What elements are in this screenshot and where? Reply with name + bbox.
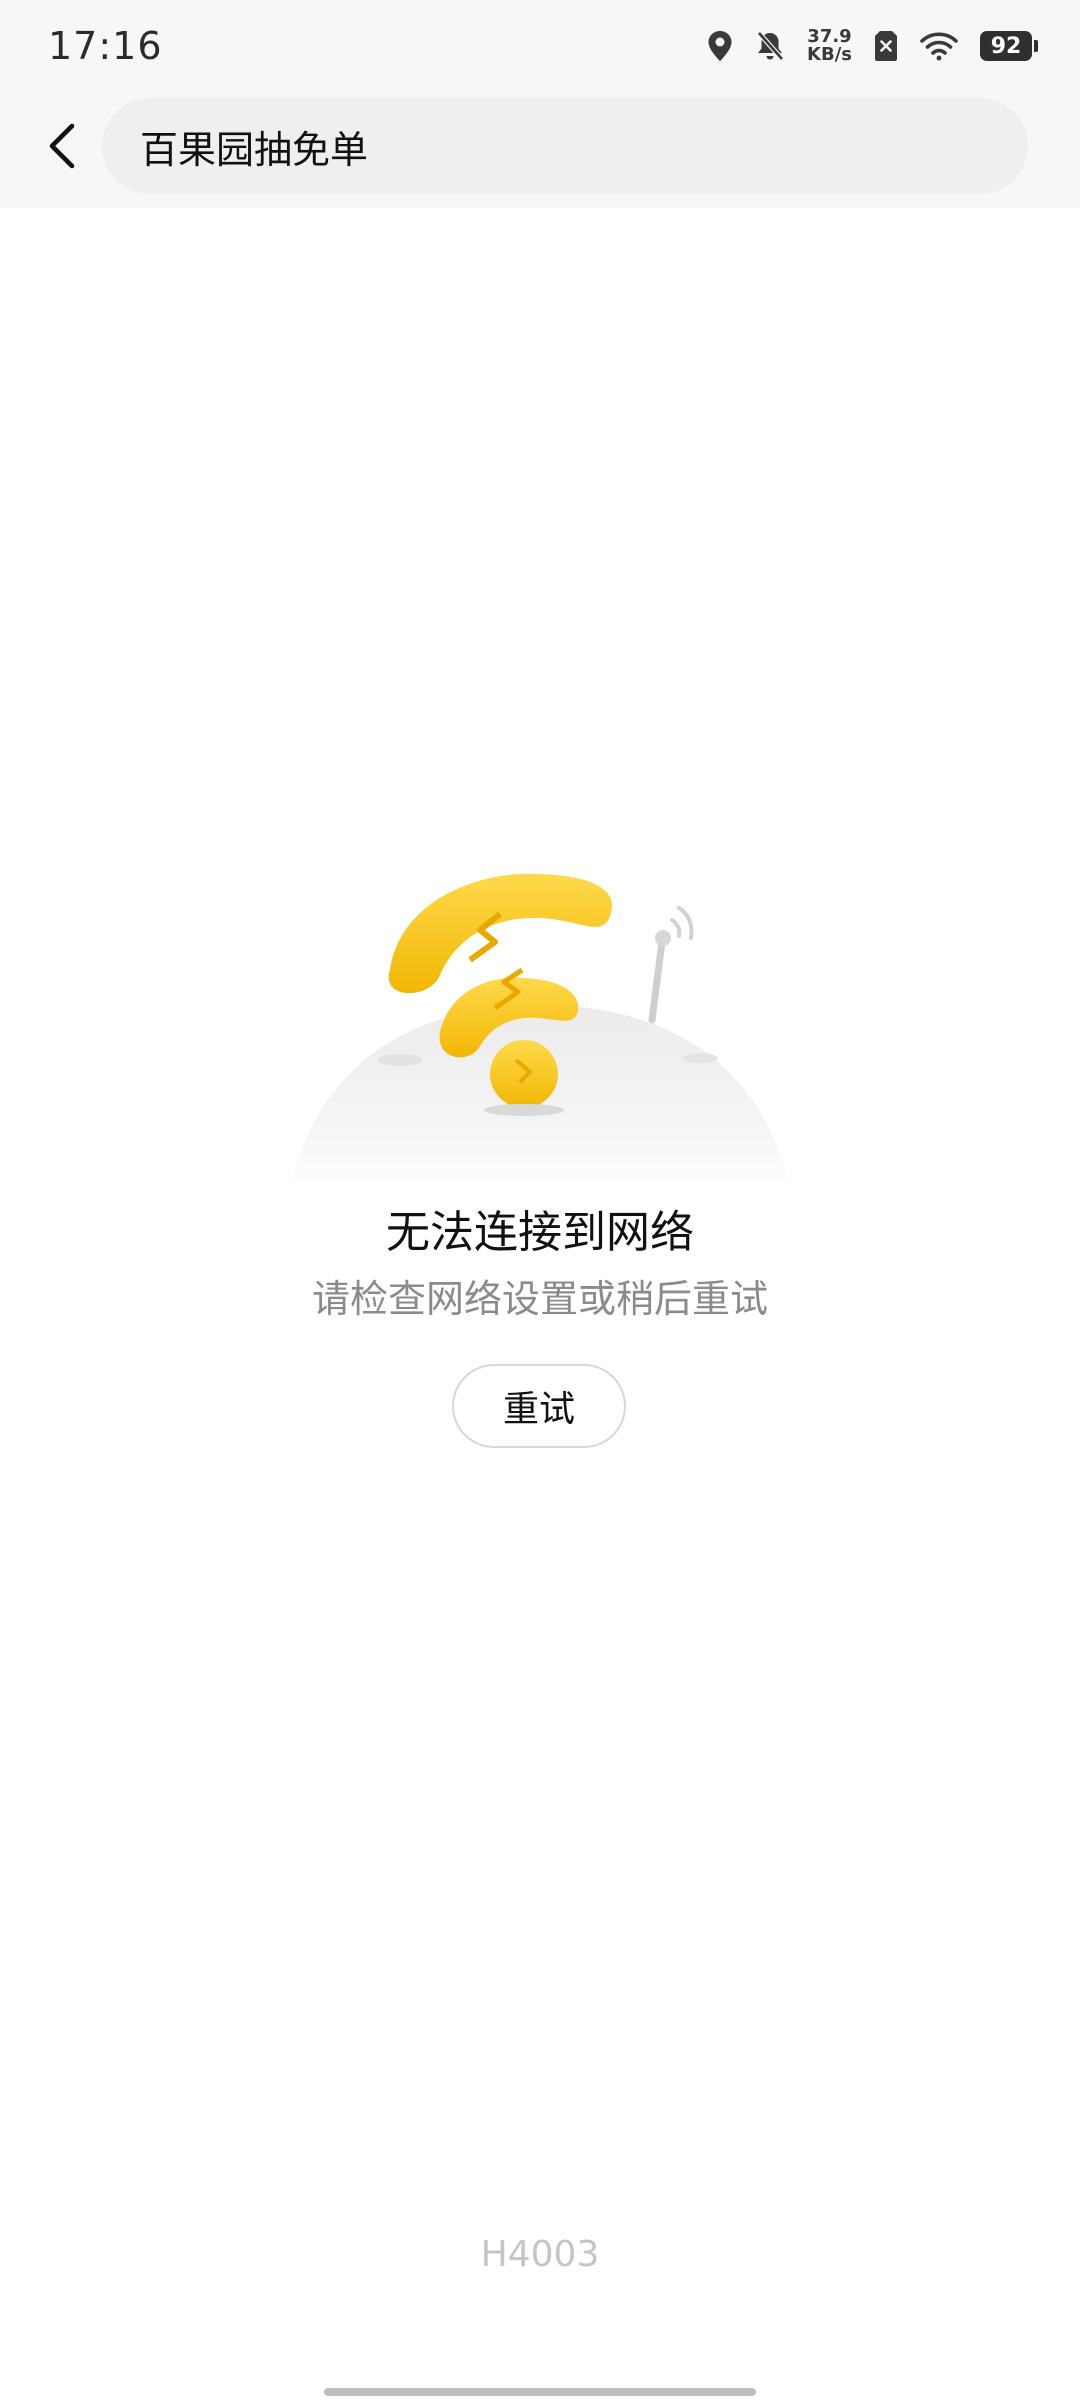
wifi-icon	[920, 31, 958, 61]
search-query-text: 百果园抽免单	[140, 127, 369, 172]
error-subtitle: 请检查网络设置或稍后重试	[311, 1277, 768, 1321]
error-title: 无法连接到网络	[386, 1207, 694, 1258]
battery-icon: 92	[980, 31, 1038, 61]
net-speed-unit: KB/s	[807, 44, 852, 65]
back-button[interactable]	[30, 114, 94, 178]
no-network-illustration	[280, 860, 800, 1190]
search-input[interactable]: 百果园抽免单	[102, 98, 1028, 194]
home-indicator[interactable]	[324, 2388, 756, 2396]
sim-error-icon	[874, 30, 898, 62]
status-bar: 17:16 37.9 KB/s 92	[0, 0, 1080, 96]
net-speed: 37.9 KB/s	[807, 28, 852, 64]
location-icon	[707, 30, 733, 62]
retry-button-label: 重试	[502, 1389, 575, 1430]
top-bar: 百果园抽免单	[0, 96, 1080, 208]
broken-wifi-icon	[290, 873, 790, 1190]
error-code: H4003	[480, 2234, 600, 2275]
bell-muted-icon	[755, 30, 785, 62]
battery-level: 92	[990, 33, 1022, 59]
retry-button[interactable]: 重试	[452, 1364, 626, 1448]
status-time: 17:16	[48, 24, 163, 68]
chevron-left-icon	[46, 122, 78, 170]
status-icons: 37.9 KB/s 92	[707, 28, 1038, 64]
